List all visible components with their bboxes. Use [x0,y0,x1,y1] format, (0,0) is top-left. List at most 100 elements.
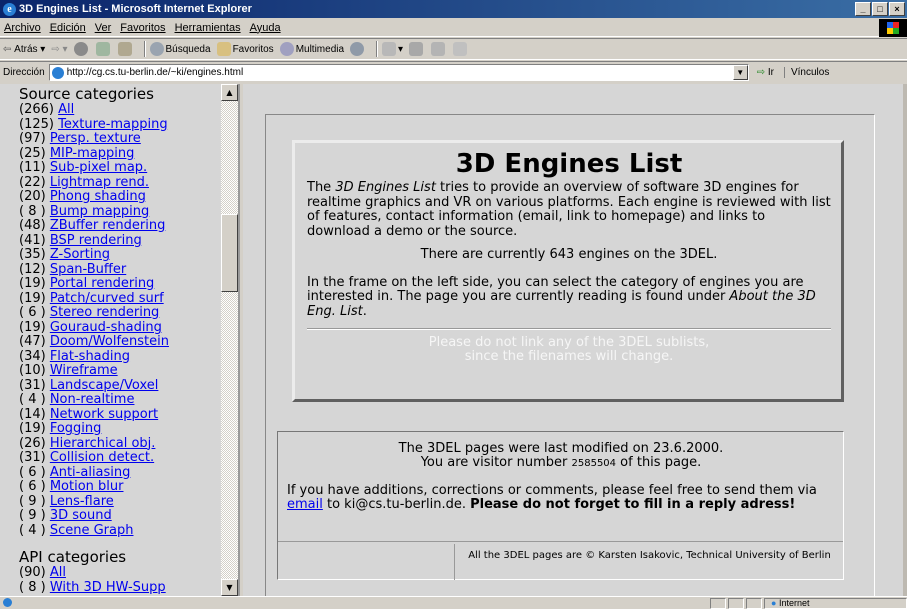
category-link[interactable]: Z-Sorting [50,247,110,262]
category-link[interactable]: Landscape/Voxel [50,378,159,393]
category-count: (97) [19,131,46,146]
forward-button[interactable]: ⇨ ▾ [51,44,67,55]
category-link[interactable]: Phong shading [50,189,146,204]
scroll-down-icon[interactable]: ▼ [221,579,238,596]
menu-bar: Archivo Edición Ver Favoritos Herramient… [0,19,907,37]
copyright-note: All the 3DEL pages are © Karsten Isakovi… [454,544,844,580]
history-button[interactable] [350,42,366,56]
title-bar: e 3D Engines List - Microsoft Internet E… [0,0,907,18]
category-link[interactable]: Lens-flare [50,494,114,509]
category-count: (266) [19,102,54,117]
engine-count: There are currently 643 engines on the 3… [420,247,718,262]
edit-button[interactable] [431,42,447,56]
links-button[interactable]: Vínculos [783,67,829,78]
category-count: ( 6 ) [19,305,46,320]
category-item: (34) Flat-shading [19,348,219,365]
category-link[interactable]: Anti-aliasing [50,465,131,480]
category-link[interactable]: Persp. texture [50,131,141,146]
category-link[interactable]: MIP-mapping [50,146,135,161]
category-link[interactable]: Lightmap rend. [50,175,149,190]
window-title: 3D Engines List - Microsoft Internet Exp… [19,3,252,15]
source-category-list: (266) All (125) Texture-mapping (97) Persp… [19,102,219,538]
category-link[interactable]: Flat-shading [50,349,130,364]
category-link[interactable]: Fogging [50,421,102,436]
category-link[interactable]: All [58,102,74,117]
print-button[interactable] [409,42,425,56]
category-link[interactable]: Doom/Wolfenstein [50,334,169,349]
category-link[interactable]: Span-Buffer [50,262,126,277]
left-scrollbar[interactable]: ▲ ▼ [221,84,238,596]
category-link[interactable]: Wireframe [50,363,118,378]
frame-paragraph: In the frame on the left side, you can s… [307,274,816,319]
page-icon [51,66,64,79]
close-button[interactable]: × [889,2,905,16]
category-link[interactable]: Patch/curved surf [50,291,164,306]
scroll-up-icon[interactable]: ▲ [221,84,238,101]
refresh-button[interactable] [95,42,112,56]
multimedia-button[interactable]: Multimedia [279,42,344,56]
menu-favoritos[interactable]: Favoritos [120,22,165,34]
category-link[interactable]: Texture-mapping [58,117,168,132]
search-button[interactable]: Búsqueda [149,42,211,56]
back-button[interactable]: ⇦ Atrás ▾ [3,44,45,55]
multimedia-icon [279,42,294,56]
category-link[interactable]: Non-realtime [50,392,135,407]
api-category-list: (90) All( 8 ) With 3D HW-Supp [19,565,219,595]
email-link[interactable]: email [287,497,323,512]
menu-ayuda[interactable]: Ayuda [250,22,281,34]
category-link[interactable]: BSP rendering [50,233,142,248]
category-link[interactable]: Sub-pixel map. [50,160,147,175]
minimize-button[interactable]: _ [855,2,871,16]
category-link[interactable]: Portal rendering [50,276,154,291]
category-item: (31) Collision detect. [19,450,219,466]
menu-herramientas[interactable]: Herramientas [175,22,241,34]
stop-button[interactable] [73,42,90,56]
security-zone: ● Internet [764,598,907,609]
address-input[interactable]: http://cg.cs.tu-berlin.de/~ki/engines.ht… [48,64,749,81]
category-count: (90) [19,565,46,580]
category-link[interactable]: All [50,565,66,580]
home-button[interactable] [117,42,134,56]
category-count: ( 9 ) [19,508,46,523]
category-link[interactable]: Scene Graph [50,523,134,538]
mail-icon [382,42,397,56]
category-count: (34) [19,348,46,364]
search-icon [149,42,164,56]
category-count: (10) [19,363,46,378]
category-link[interactable]: ZBuffer rendering [50,218,166,233]
menu-ver[interactable]: Ver [95,22,112,34]
forward-arrow-icon: ⇨ ▾ [51,43,68,55]
mail-button[interactable]: ▾ [382,42,403,56]
scroll-thumb[interactable] [221,214,238,292]
category-link[interactable]: Collision detect. [50,450,154,465]
menu-archivo[interactable]: Archivo [4,22,41,34]
category-link[interactable]: With 3D HW-Supp [50,580,166,595]
category-item: ( 8 ) Bump mapping [19,204,219,220]
category-link[interactable]: Network support [50,407,158,422]
category-count: (25) [19,145,46,161]
category-link[interactable]: 3D sound [50,508,112,523]
category-link[interactable]: Motion blur [50,479,124,494]
menu-edicion[interactable]: Edición [50,22,86,34]
category-count: ( 4 ) [19,392,46,407]
category-link[interactable]: Bump mapping [50,204,149,219]
category-count: (20) [19,189,46,204]
favorites-button[interactable]: Favoritos [216,42,274,56]
category-item: (35) Z-Sorting [19,247,219,263]
category-link[interactable]: Stereo rendering [50,305,159,320]
category-link[interactable]: Gouraud-shading [50,320,162,335]
discuss-button[interactable] [453,42,469,56]
category-item: (97) Persp. texture [19,131,219,147]
category-item: (48) ZBuffer rendering [19,218,219,234]
go-button[interactable]: ⇨ Ir [757,67,774,78]
chevron-down-icon[interactable]: ▼ [732,65,748,80]
category-count: (35) [19,247,46,262]
toolbar: ⇦ Atrás ▾ ⇨ ▾ Búsqueda Favoritos Multime… [0,38,907,60]
category-link[interactable]: Hierarchical obj. [50,436,156,451]
category-item: (14) Network support [19,407,219,423]
status-page-icon [3,598,12,607]
maximize-button[interactable]: □ [872,2,888,16]
category-item: (31) Landscape/Voxel [19,378,219,394]
right-scrollbar[interactable] [903,84,907,596]
category-count: (19) [19,290,46,306]
